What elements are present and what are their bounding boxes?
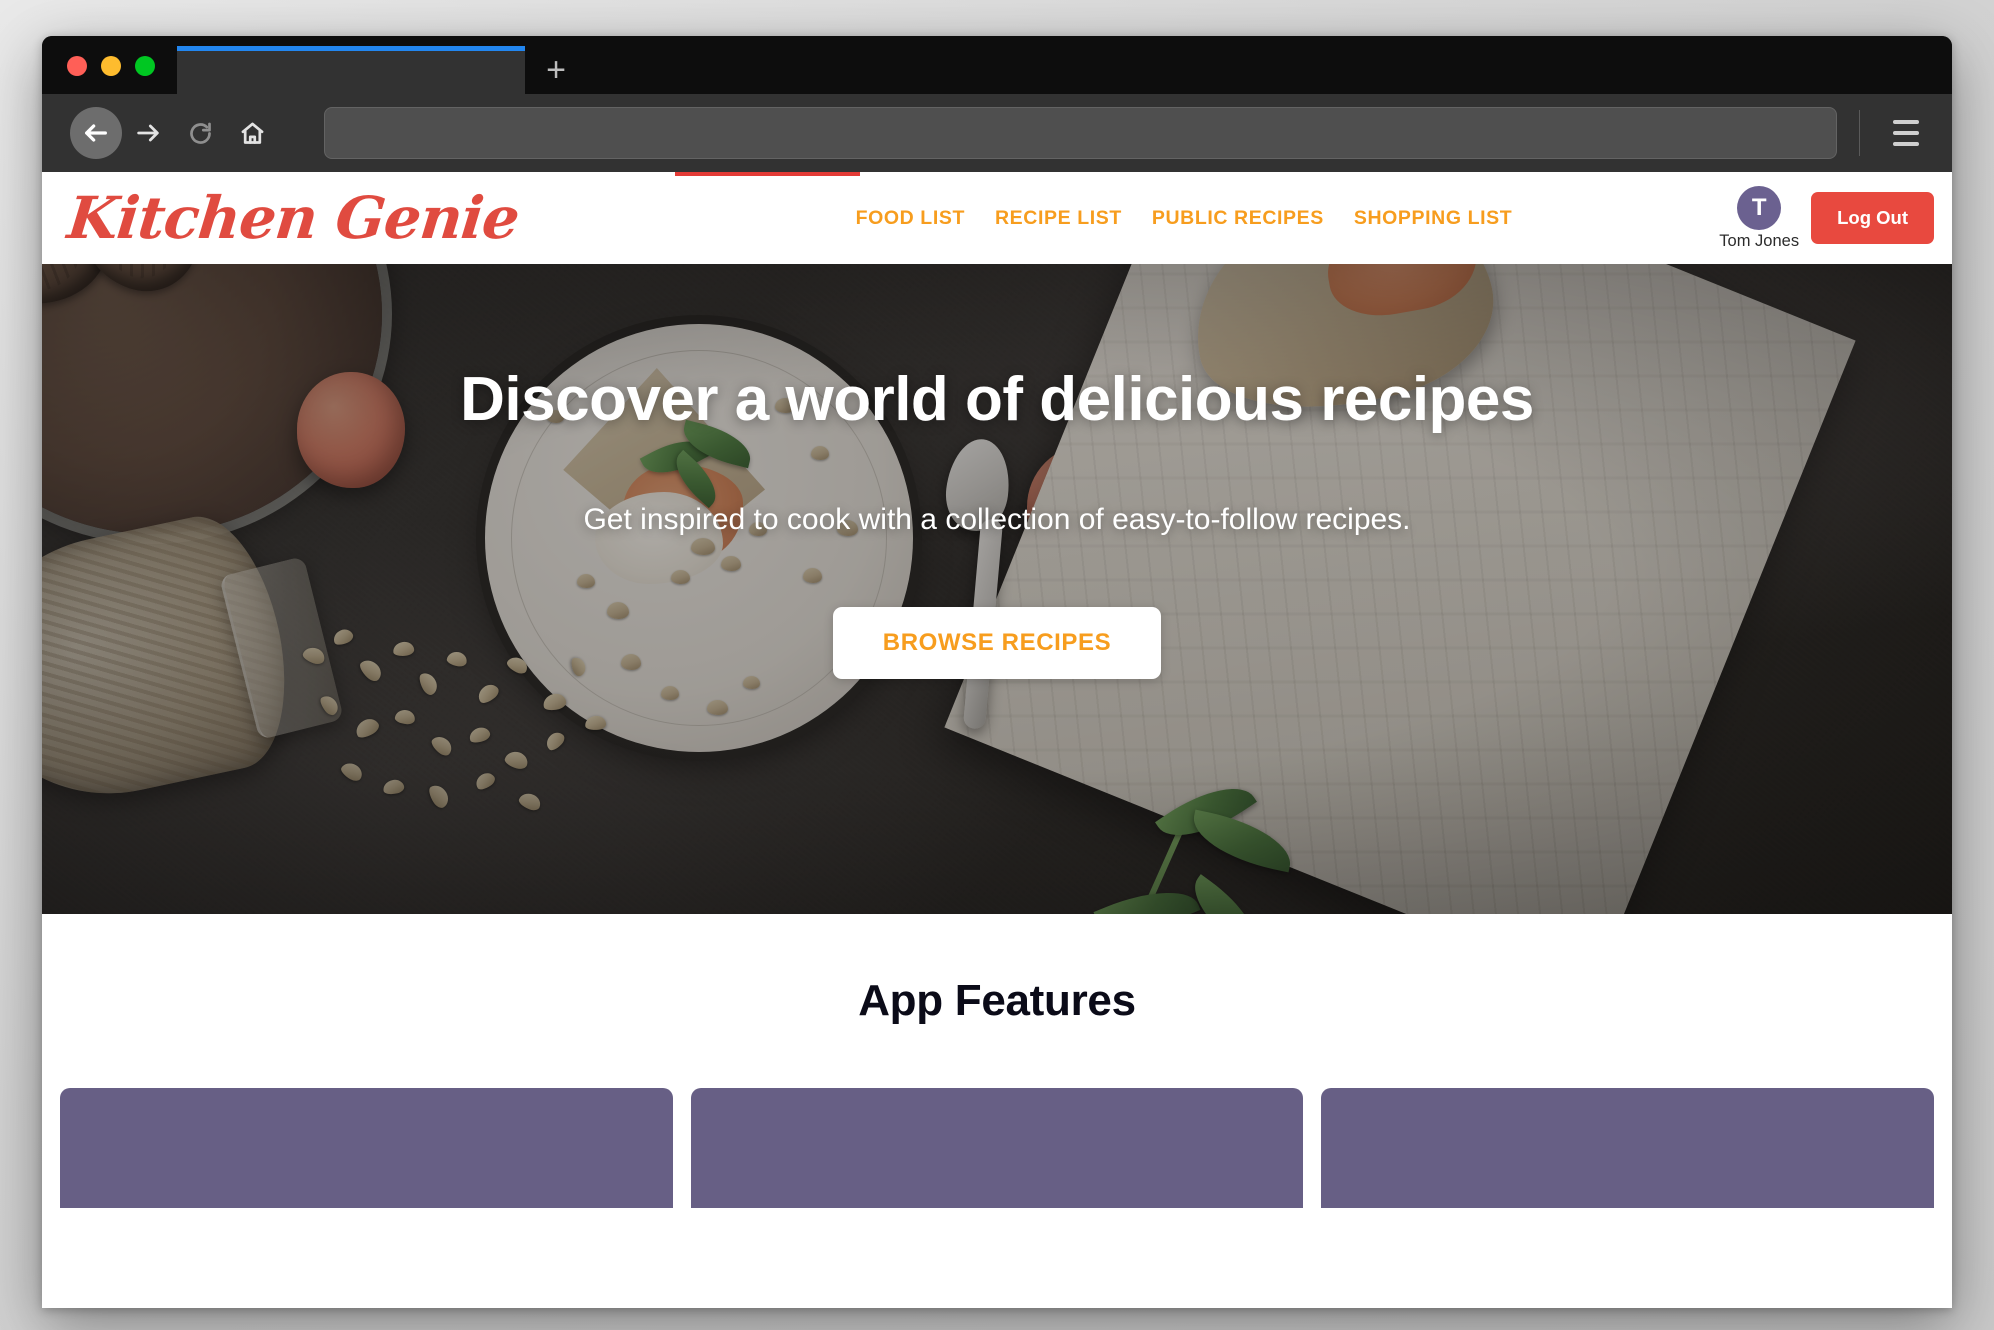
browse-recipes-button[interactable]: BROWSE RECIPES <box>832 607 1162 679</box>
app-features-title: App Features <box>858 976 1136 1025</box>
nav-item-food-list[interactable]: FOOD LIST <box>856 207 965 230</box>
browser-tab-strip: + <box>42 36 1952 94</box>
main-navigation: FOOD LIST RECIPE LIST PUBLIC RECIPES SHO… <box>649 207 1720 230</box>
back-button[interactable] <box>70 107 122 159</box>
avatar: T <box>1737 185 1782 230</box>
feature-card[interactable] <box>690 1088 1304 1208</box>
hero-section: Discover a world of delicious recipes Ge… <box>42 264 1952 914</box>
hero-content: Discover a world of delicious recipes Ge… <box>42 264 1952 914</box>
home-icon <box>239 120 266 147</box>
feature-card-list <box>42 1088 1952 1208</box>
maximize-window-button[interactable] <box>135 56 155 76</box>
logout-button[interactable]: Log Out <box>1811 192 1934 244</box>
feature-card[interactable] <box>1321 1088 1935 1208</box>
desktop-background: + Kitchen Genie FOOD LIST RECIPE LIST PU… <box>0 0 1994 1330</box>
browser-toolbar <box>42 94 1952 172</box>
page-viewport: Kitchen Genie FOOD LIST RECIPE LIST PUBL… <box>42 172 1952 1308</box>
browser-tab-active[interactable] <box>177 46 525 94</box>
site-logo[interactable]: Kitchen Genie <box>52 184 522 252</box>
feature-card[interactable] <box>60 1088 673 1208</box>
user-profile[interactable]: T Tom Jones <box>1719 185 1800 251</box>
nav-item-recipe-list[interactable]: RECIPE LIST <box>995 207 1122 230</box>
nav-item-shopping-list[interactable]: SHOPPING LIST <box>1354 207 1512 230</box>
arrow-left-icon <box>82 119 110 147</box>
page-load-progress-bar <box>675 172 860 176</box>
header-user-area: T Tom Jones Log Out <box>1719 185 1934 251</box>
window-traffic-lights <box>42 56 175 94</box>
address-bar[interactable] <box>324 107 1837 159</box>
new-tab-button[interactable]: + <box>525 46 587 94</box>
hero-subtitle: Get inspired to cook with a collection o… <box>583 503 1411 536</box>
arrow-right-icon <box>134 119 162 147</box>
nav-item-public-recipes[interactable]: PUBLIC RECIPES <box>1152 207 1324 230</box>
reload-icon <box>187 120 214 147</box>
close-window-button[interactable] <box>67 56 87 76</box>
home-button[interactable] <box>226 107 278 159</box>
site-header: Kitchen Genie FOOD LIST RECIPE LIST PUBL… <box>42 172 1952 264</box>
forward-button[interactable] <box>122 107 174 159</box>
page-load-progress <box>42 172 1952 176</box>
app-features-section: App Features <box>42 914 1952 1208</box>
hamburger-menu-icon[interactable] <box>1860 94 1952 172</box>
hero-title: Discover a world of delicious recipes <box>460 365 1534 434</box>
minimize-window-button[interactable] <box>101 56 121 76</box>
reload-button[interactable] <box>174 107 226 159</box>
user-name-label: Tom Jones <box>1719 231 1800 250</box>
browser-window: + Kitchen Genie FOOD LIST RECIPE LIST PU… <box>42 36 1952 1308</box>
